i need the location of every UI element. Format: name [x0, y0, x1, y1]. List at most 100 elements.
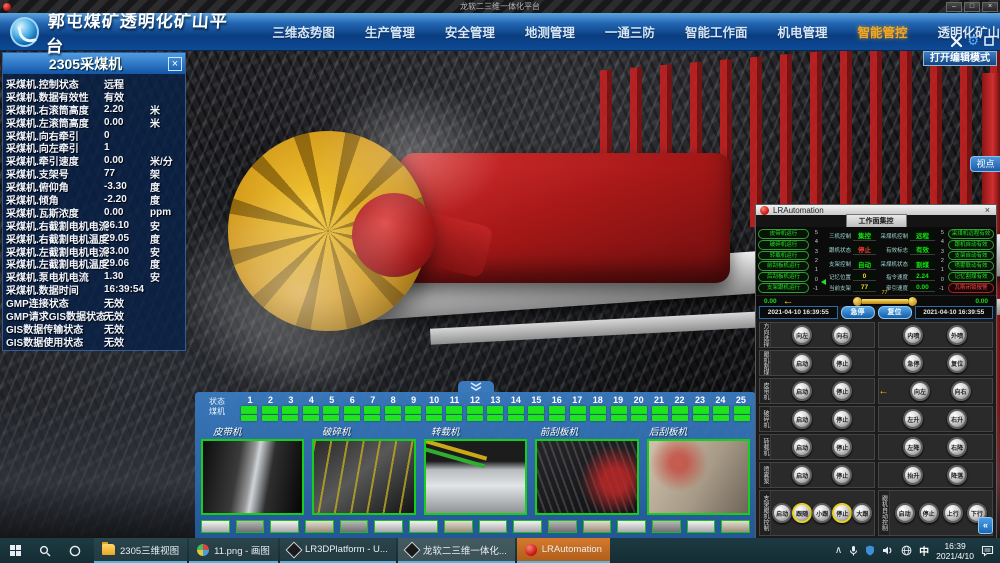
nav-menu-item[interactable]: 一通三防	[605, 22, 655, 41]
camera-feed[interactable]	[535, 439, 638, 515]
round-control-button[interactable]: 右升	[947, 409, 967, 429]
round-control-button[interactable]: 上行	[943, 503, 963, 523]
start-button[interactable]	[0, 538, 30, 563]
round-control-button[interactable]: 向左	[910, 381, 930, 401]
round-control-button[interactable]: 跟随	[792, 503, 812, 523]
round-control-button[interactable]: 抬升	[903, 465, 923, 485]
ime-indicator[interactable]: 中	[919, 543, 929, 558]
thumbnail-cell[interactable]	[340, 520, 369, 533]
thumbnail-cell[interactable]	[583, 520, 612, 533]
panel-close-icon[interactable]: ×	[168, 57, 182, 71]
status-indicator-button[interactable]: 喷雾联动有效	[948, 261, 994, 271]
wrench-icon[interactable]	[950, 35, 963, 48]
nav-menu-item[interactable]: 智能工作面	[685, 22, 748, 41]
thumbnail-cell[interactable]	[513, 520, 542, 533]
gear-icon[interactable]: ⚙	[967, 33, 979, 49]
round-control-button[interactable]: 启动	[792, 409, 812, 429]
taskbar-app[interactable]: 11.png - 画图	[189, 538, 278, 563]
round-control-button[interactable]: 右降	[947, 437, 967, 457]
collapse-panel-button[interactable]	[458, 381, 494, 392]
network-globe-icon[interactable]	[901, 545, 912, 556]
round-control-button[interactable]: 大跟	[852, 503, 872, 523]
taskbar-app[interactable]: 龙软二三维一体化...	[398, 538, 515, 563]
hidden-icons-chevron[interactable]: ∧	[835, 545, 842, 556]
taskbar-app[interactable]: LR3DPlatform - U...	[280, 538, 396, 563]
round-control-button[interactable]: 急停	[903, 353, 923, 373]
thumbnail-cell[interactable]	[548, 520, 577, 533]
nav-menu-item[interactable]: 三维态势图	[272, 22, 335, 41]
thumbnail-cell[interactable]	[687, 520, 716, 533]
round-control-button[interactable]: 复位	[947, 353, 967, 373]
action-center-icon[interactable]	[981, 545, 994, 557]
viewpoint-tab[interactable]: 视点	[970, 156, 1000, 172]
nav-menu-item[interactable]: 生产管理	[365, 22, 415, 41]
tab-workface-control[interactable]: 工作面集控	[846, 214, 907, 227]
status-indicator-button[interactable]: 瓦斯闭锁报警	[948, 283, 994, 293]
reset-button[interactable]: 复位	[878, 306, 912, 319]
thumbnail-cell[interactable]	[444, 520, 473, 533]
status-indicator-button[interactable]: 支架跟机运行	[758, 283, 809, 293]
round-control-button[interactable]: 停止	[832, 503, 852, 523]
round-control-button[interactable]: 启动	[792, 381, 812, 401]
round-control-button[interactable]: 启动	[792, 465, 812, 485]
status-indicator-button[interactable]: 记忆割煤有效	[948, 272, 994, 282]
thumbnail-cell[interactable]	[721, 520, 750, 533]
taskbar-app[interactable]: LRAutomation	[517, 538, 610, 563]
microphone-icon[interactable]	[849, 545, 858, 556]
status-indicator-button[interactable]: 采煤机远程有效	[948, 229, 994, 239]
nav-menu-item[interactable]: 地测管理	[525, 22, 575, 41]
round-control-button[interactable]: 向右	[832, 325, 852, 345]
round-control-button[interactable]: 停止	[832, 437, 852, 457]
thumbnail-cell[interactable]	[305, 520, 334, 533]
round-control-button[interactable]: 停止	[832, 409, 852, 429]
round-control-button[interactable]: 停止	[919, 503, 939, 523]
nav-menu-item[interactable]: 智能管控	[857, 22, 907, 41]
status-indicator-button[interactable]: 皮带机运行	[758, 229, 809, 239]
nav-menu-item[interactable]: 安全管理	[445, 22, 495, 41]
fit-view-icon[interactable]	[983, 35, 995, 47]
security-shield-icon[interactable]	[865, 545, 875, 556]
round-control-button[interactable]: 外喷	[947, 325, 967, 345]
status-indicator-button[interactable]: 转载机运行	[758, 251, 809, 261]
taskbar-app[interactable]: 2305三维视图	[94, 538, 187, 563]
search-button[interactable]	[30, 538, 60, 563]
round-control-button[interactable]: 停止	[832, 381, 852, 401]
round-control-button[interactable]: 小跟	[812, 503, 832, 523]
thumbnail-cell[interactable]	[652, 520, 681, 533]
speaker-icon[interactable]	[882, 545, 894, 556]
status-indicator-button[interactable]: 跟机自动有效	[948, 240, 994, 250]
round-control-button[interactable]: 内喷	[903, 325, 923, 345]
thumbnail-cell[interactable]	[617, 520, 646, 533]
thumbnail-cell[interactable]	[479, 520, 508, 533]
round-control-button[interactable]: 启动	[772, 503, 792, 523]
camera-feed[interactable]	[312, 439, 415, 515]
camera-feed[interactable]	[647, 439, 750, 515]
taskbar-clock[interactable]: 16:39 2021/4/10	[936, 541, 974, 561]
camera-feed[interactable]	[424, 439, 527, 515]
nav-menu-item[interactable]: 机电管理	[777, 22, 827, 41]
thumbnail-cell[interactable]	[201, 520, 230, 533]
estop-button[interactable]: 急停	[841, 306, 875, 319]
status-indicator-button[interactable]: 破碎机运行	[758, 240, 809, 250]
thumbnail-cell[interactable]	[270, 520, 299, 533]
thumbnail-cell[interactable]	[409, 520, 438, 533]
round-control-button[interactable]: 左降	[903, 437, 923, 457]
camera-feed[interactable]	[201, 439, 304, 515]
round-control-button[interactable]: 启动	[792, 353, 812, 373]
thumbnail-cell[interactable]	[236, 520, 265, 533]
round-control-button[interactable]: 启动	[895, 503, 915, 523]
round-control-button[interactable]: 停止	[832, 353, 852, 373]
thumbnail-cell[interactable]	[374, 520, 403, 533]
open-edit-mode-button[interactable]: 打开编辑模式	[923, 51, 997, 66]
status-indicator-button[interactable]: 支架自动有效	[948, 251, 994, 261]
status-indicator-button[interactable]: 前刮板机运行	[758, 261, 809, 271]
round-control-button[interactable]: 左升	[903, 409, 923, 429]
task-view-button[interactable]	[60, 538, 90, 563]
panel-scroll-button[interactable]: «	[978, 517, 993, 534]
round-control-button[interactable]: 降落	[947, 465, 967, 485]
round-control-button[interactable]: 停止	[832, 465, 852, 485]
round-control-button[interactable]: 启动	[792, 437, 812, 457]
status-indicator-button[interactable]: 后刮板机运行	[758, 272, 809, 282]
lr-close-icon[interactable]: ×	[983, 205, 992, 215]
round-control-button[interactable]: 向右	[951, 381, 971, 401]
